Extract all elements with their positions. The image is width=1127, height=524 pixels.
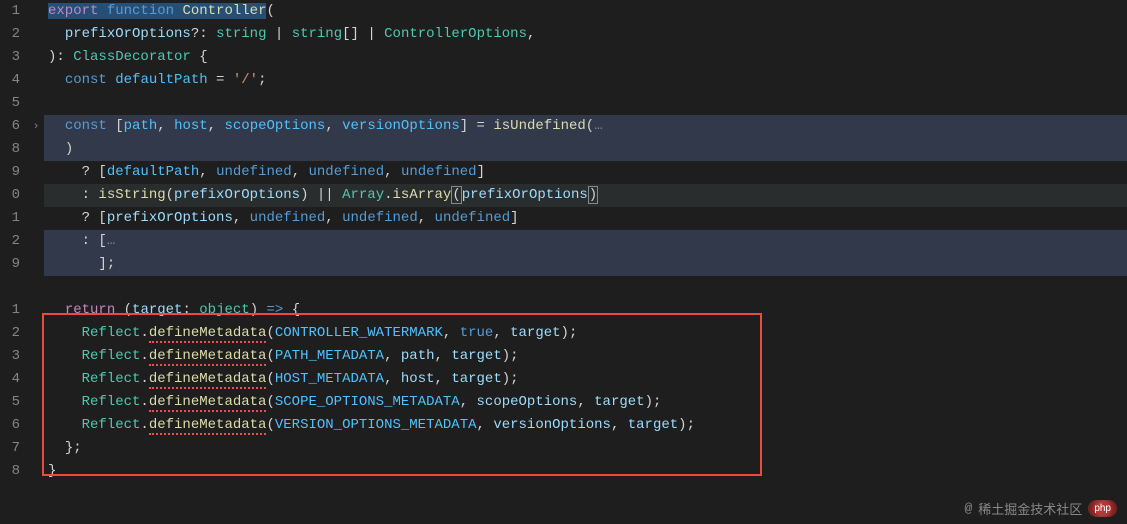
code-line: Reflect.defineMetadata(SCOPE_OPTIONS_MET… — [44, 391, 1127, 414]
line-number: 3 — [0, 345, 20, 368]
code-line — [44, 276, 1127, 299]
watermark: @ 稀土掘金技术社区 php — [964, 499, 1117, 518]
line-number: 2 — [0, 322, 20, 345]
fold-gutter: › — [28, 0, 44, 524]
line-number: 8 — [0, 138, 20, 161]
line-number: 5 — [0, 92, 20, 115]
code-line: Reflect.defineMetadata(VERSION_OPTIONS_M… — [44, 414, 1127, 437]
code-line: ) — [44, 138, 1127, 161]
line-number: 6 — [0, 414, 20, 437]
line-number: 2 — [0, 23, 20, 46]
line-number: 3 — [0, 46, 20, 69]
line-number: 8 — [0, 460, 20, 483]
code-line: Reflect.defineMetadata(PATH_METADATA, pa… — [44, 345, 1127, 368]
line-number: 9 — [0, 253, 20, 276]
code-line: export function Controller( — [44, 0, 1127, 23]
code-line: } — [44, 460, 1127, 483]
fold-chevron-icon[interactable]: › — [28, 116, 44, 139]
line-number: 0 — [0, 184, 20, 207]
code-line: ? [defaultPath, undefined, undefined, un… — [44, 161, 1127, 184]
code-line: Reflect.defineMetadata(HOST_METADATA, ho… — [44, 368, 1127, 391]
line-number: 7 — [0, 437, 20, 460]
line-number: 9 — [0, 161, 20, 184]
line-number — [0, 276, 20, 299]
line-number: 6 — [0, 115, 20, 138]
code-line — [44, 92, 1127, 115]
line-number — [0, 483, 20, 506]
line-number: 4 — [0, 69, 20, 92]
watermark-text: 稀土掘金技术社区 — [978, 499, 1082, 518]
line-number: 2 — [0, 230, 20, 253]
watermark-at: @ — [964, 501, 972, 516]
line-number: 1 — [0, 207, 20, 230]
code-area[interactable]: export function Controller( prefixOrOpti… — [44, 0, 1127, 524]
code-line: ]; — [44, 253, 1127, 276]
line-number: 5 — [0, 391, 20, 414]
line-number: 1 — [0, 299, 20, 322]
code-editor[interactable]: 1 2 3 4 5 6 8 9 0 1 2 9 1 2 3 4 5 6 7 8 … — [0, 0, 1127, 524]
code-line: Reflect.defineMetadata(CONTROLLER_WATERM… — [44, 322, 1127, 345]
line-number-gutter: 1 2 3 4 5 6 8 9 0 1 2 9 1 2 3 4 5 6 7 8 — [0, 0, 28, 524]
code-line: const defaultPath = '/'; — [44, 69, 1127, 92]
code-line: return (target: object) => { — [44, 299, 1127, 322]
code-line: : [… — [44, 230, 1127, 253]
code-line: const [path, host, scopeOptions, version… — [44, 115, 1127, 138]
line-number: 1 — [0, 0, 20, 23]
code-line: : isString(prefixOrOptions) || Array.isA… — [44, 184, 1127, 207]
code-line: ): ClassDecorator { — [44, 46, 1127, 69]
code-line: prefixOrOptions?: string | string[] | Co… — [44, 23, 1127, 46]
line-number: 4 — [0, 368, 20, 391]
code-line: ? [prefixOrOptions, undefined, undefined… — [44, 207, 1127, 230]
code-line: }; — [44, 437, 1127, 460]
watermark-logo: php — [1088, 500, 1117, 517]
